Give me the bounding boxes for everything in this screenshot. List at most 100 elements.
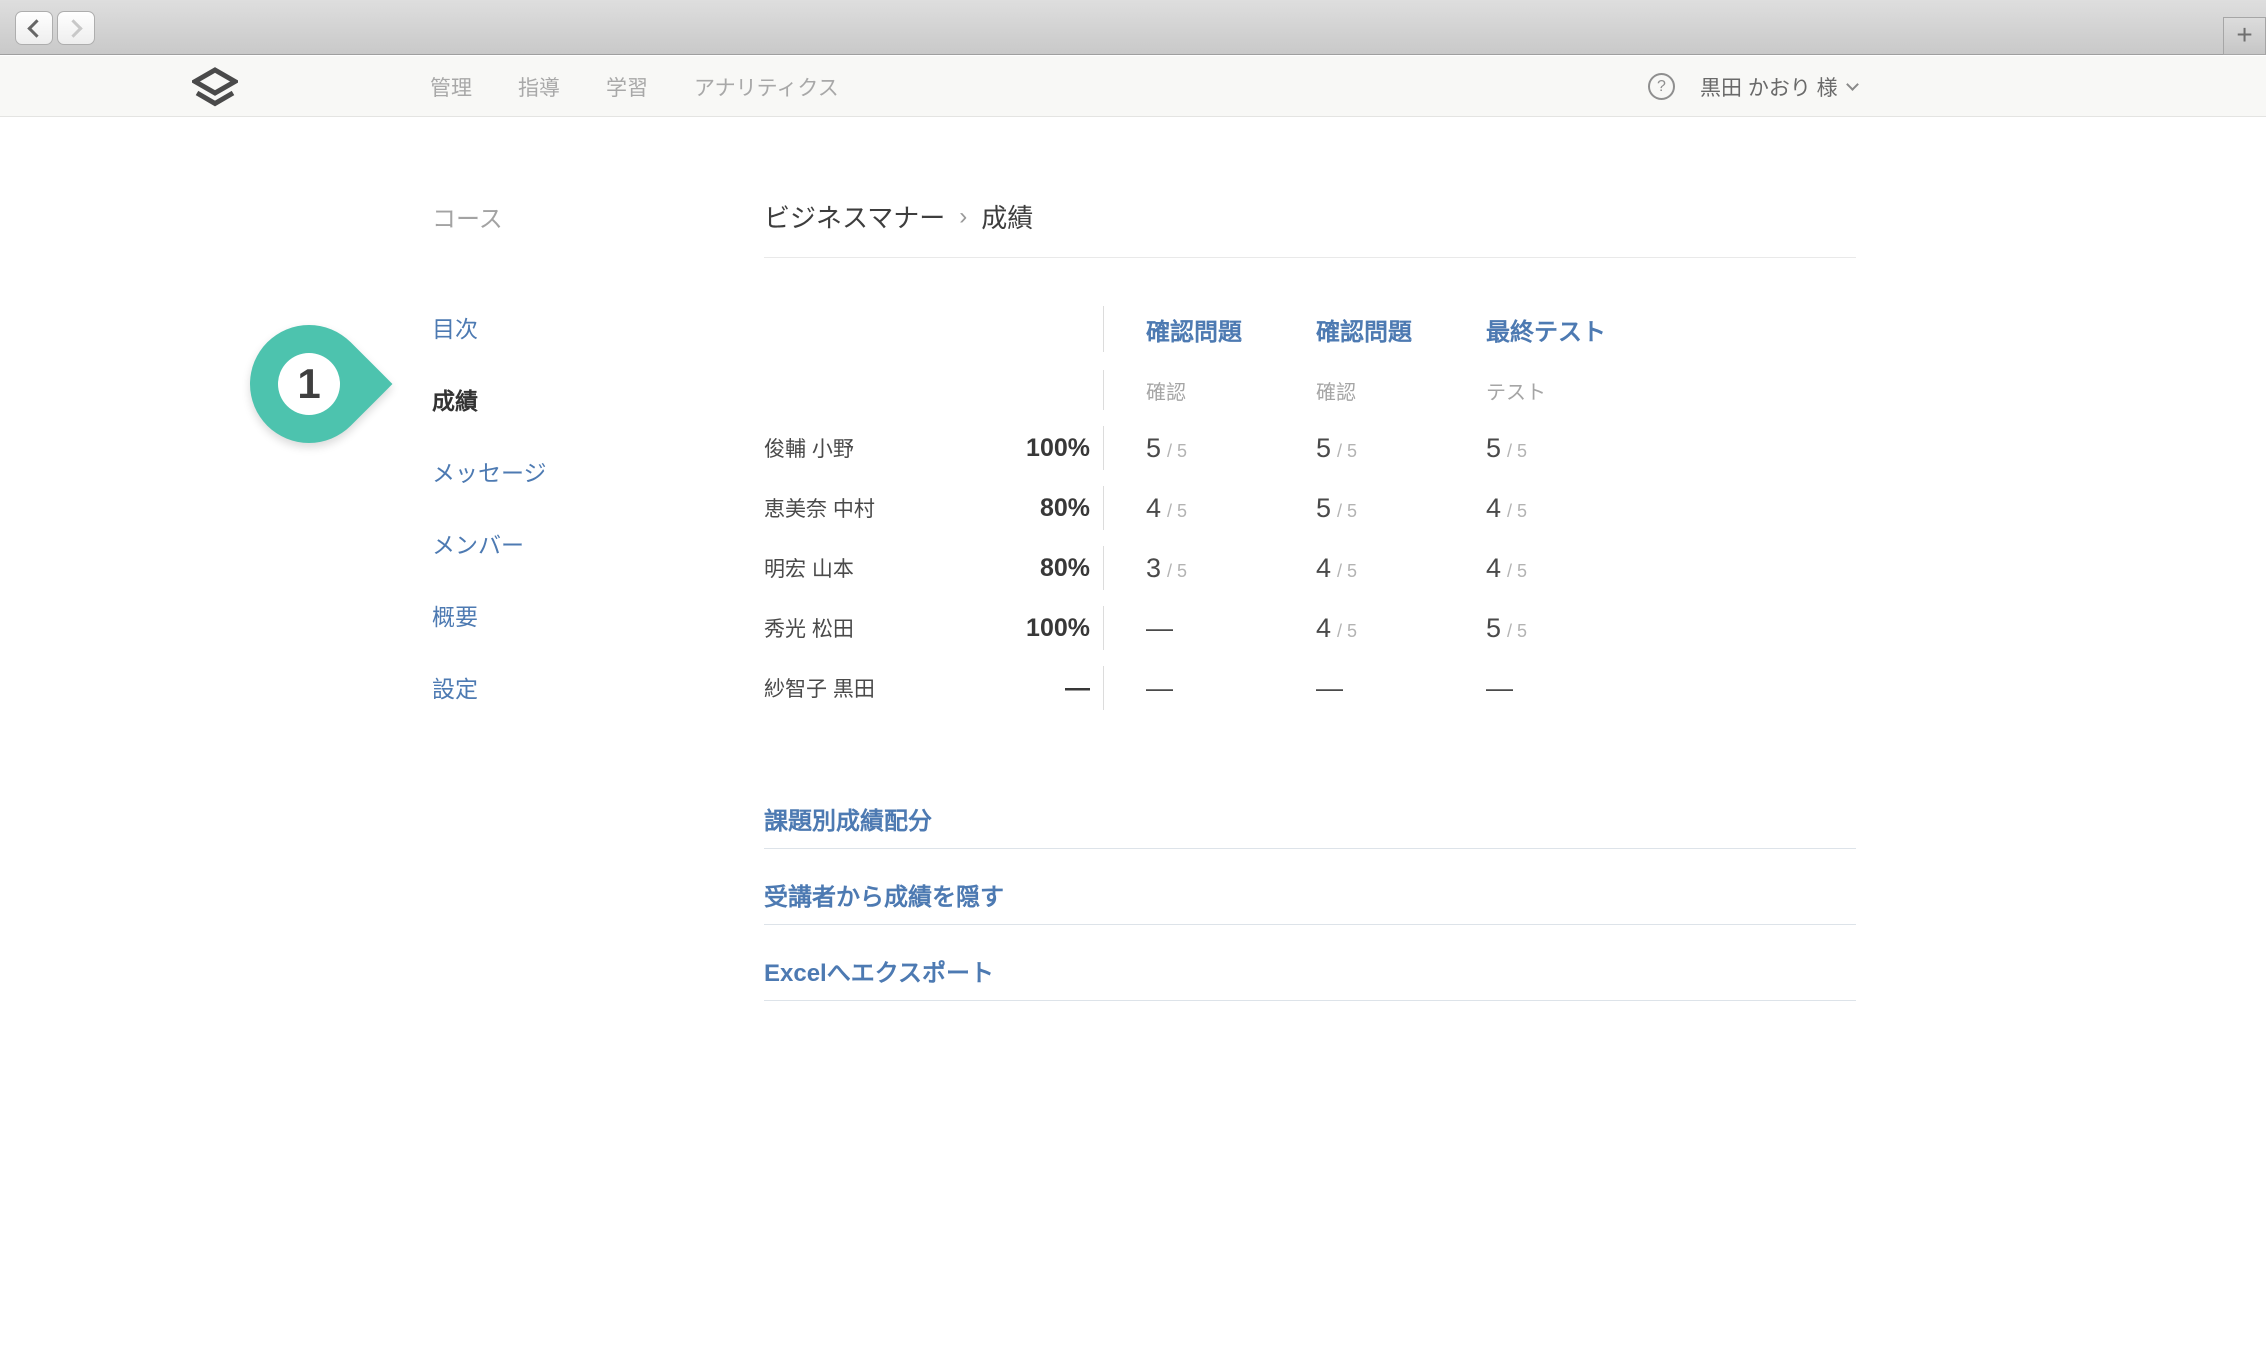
score-cell: 5/ 5: [1486, 613, 1656, 644]
student-name: 紗智子 黒田: [764, 678, 875, 701]
sidebar-item-4[interactable]: 概要: [432, 598, 692, 632]
actions-section: 課題別成績配分受講者から成績を隠す Excelへエクスポート: [764, 801, 1856, 1001]
score-value: 5: [1486, 432, 1502, 463]
table-header-row: 確認問題 確認問題 最終テスト: [764, 296, 1856, 362]
user-menu[interactable]: 黒田 かおり 様: [1700, 56, 1859, 117]
score-max: / 5: [1337, 620, 1358, 641]
score-value: 5: [1316, 492, 1332, 523]
browser-chrome: +: [0, 0, 2266, 55]
score-max: / 5: [1337, 560, 1358, 581]
score-max: / 5: [1507, 440, 1528, 461]
table-header-columns: 確認問題 確認問題 最終テスト: [1103, 306, 1656, 352]
action-link-2[interactable]: Excelへエクスポート: [764, 960, 994, 987]
score-max: / 5: [1167, 560, 1188, 581]
student-name: 秀光 松田: [764, 618, 854, 641]
table-row: 紗智子 黒田 — — — —: [764, 658, 1856, 718]
score-value: —: [1146, 672, 1173, 703]
score-cell: 4/ 5: [1146, 493, 1316, 524]
help-button[interactable]: ?: [1648, 73, 1675, 100]
sidebar-heading: コース: [432, 206, 503, 233]
action-block-2: Excelへエクスポート: [764, 953, 1856, 1001]
breadcrumb-current: 成績: [981, 203, 1034, 233]
table-row: 俊輔 小野 100% 5/ 5 5/ 5 5/ 5: [764, 418, 1856, 478]
score-cell: —: [1316, 673, 1486, 704]
score-value: 4: [1316, 552, 1332, 583]
column-title-link[interactable]: 確認問題: [1316, 312, 1412, 347]
score-max: / 5: [1337, 440, 1358, 461]
score-cell: 4/ 5: [1316, 613, 1486, 644]
sidebar-item-3[interactable]: メンバー: [432, 526, 692, 560]
student-cell: 恵美奈 中村 80%: [764, 493, 1090, 523]
breadcrumb-course[interactable]: ビジネスマナー: [764, 198, 945, 235]
score-value: 4: [1316, 612, 1332, 643]
user-name: 黒田 かおり 様: [1700, 76, 1838, 100]
new-tab-button[interactable]: +: [2223, 17, 2266, 55]
action-link-1[interactable]: 受講者から成績を隠す: [764, 884, 1004, 911]
column-header-1: 確認問題: [1316, 312, 1486, 347]
nav-item-0[interactable]: 管理: [430, 72, 472, 102]
chevron-right-icon: [64, 18, 83, 38]
score-max: / 5: [1507, 500, 1528, 521]
score-max: / 5: [1167, 500, 1188, 521]
score-value: 3: [1146, 552, 1162, 583]
sidebar-item-5[interactable]: 設定: [432, 670, 692, 704]
score-value: 5: [1486, 612, 1502, 643]
sidebar-item-1[interactable]: 成績: [432, 382, 692, 416]
chevron-left-icon: [27, 18, 46, 38]
back-button[interactable]: [15, 11, 53, 45]
score-cell: 4/ 5: [1486, 553, 1656, 584]
breadcrumb: ビジネスマナー › 成績: [764, 198, 1856, 235]
percent-value: 100%: [1026, 433, 1090, 462]
forward-button[interactable]: [57, 11, 95, 45]
score-max: / 5: [1167, 440, 1188, 461]
action-block-0: 課題別成績配分: [764, 801, 1856, 849]
column-subheader-2: テスト: [1486, 376, 1656, 405]
column-header-2: 最終テスト: [1486, 312, 1656, 347]
score-max: / 5: [1507, 560, 1528, 581]
student-cell: 俊輔 小野 100%: [764, 433, 1090, 463]
breadcrumb-separator-icon: ›: [959, 202, 968, 230]
sidebar-item-2[interactable]: メッセージ: [432, 454, 692, 488]
percent-value: 100%: [1026, 613, 1090, 642]
chevron-down-icon: [1845, 78, 1859, 91]
sidebar-item-0[interactable]: 目次: [432, 310, 692, 344]
column-subtitle: テスト: [1486, 381, 1546, 404]
score-cell: 3/ 5: [1146, 553, 1316, 584]
score-value: —: [1316, 672, 1343, 703]
column-title-link[interactable]: 最終テスト: [1486, 312, 1606, 347]
score-value: 4: [1486, 492, 1502, 523]
sidebar: コース 目次成績メッセージメンバー概要設定: [432, 199, 692, 742]
main-content: ビジネスマナー › 成績 確認問題 確認問題 最終テスト確認 確認 テスト俊輔 小野 10…: [764, 198, 1856, 1001]
app-header: 管理 指導 学習 アナリティクス ? 黒田 かおり 様: [0, 56, 2266, 117]
column-header-0: 確認問題: [1146, 312, 1316, 347]
student-name: 恵美奈 中村: [764, 498, 875, 521]
student-cell: 明宏 山本 80%: [764, 553, 1090, 583]
column-subheader-1: 確認: [1316, 376, 1486, 405]
score-cells: 5/ 5 5/ 5 5/ 5: [1103, 426, 1656, 470]
percent-value: —: [1065, 673, 1090, 702]
percent-value: 80%: [1039, 553, 1090, 582]
score-cell: 5/ 5: [1316, 433, 1486, 464]
column-subtitle: 確認: [1316, 381, 1356, 404]
score-cells: 3/ 5 4/ 5 4/ 5: [1103, 546, 1656, 590]
score-cell: 5/ 5: [1486, 433, 1656, 464]
app-logo[interactable]: [189, 67, 241, 112]
column-title-link[interactable]: 確認問題: [1146, 312, 1242, 347]
table-subheader-columns: 確認 確認 テスト: [1103, 370, 1656, 410]
score-cell: —: [1146, 673, 1316, 704]
nav-item-1[interactable]: 指導: [518, 72, 560, 102]
sidebar-list: 目次成績メッセージメンバー概要設定: [432, 310, 692, 704]
column-subtitle: 確認: [1146, 381, 1186, 404]
score-cell: 4/ 5: [1486, 493, 1656, 524]
score-value: 5: [1316, 432, 1332, 463]
nav-item-2[interactable]: 学習: [606, 72, 648, 102]
score-value: —: [1486, 672, 1513, 703]
score-cells: —4/ 5 5/ 5: [1103, 606, 1656, 650]
table-row: 明宏 山本 80% 3/ 5 4/ 5 4/ 5: [764, 538, 1856, 598]
nav-item-3[interactable]: アナリティクス: [694, 72, 839, 102]
action-link-0[interactable]: 課題別成績配分: [764, 808, 932, 835]
layers-icon: [189, 67, 241, 107]
step-badge-number: 1: [278, 353, 340, 415]
breadcrumb-divider: [764, 257, 1856, 258]
score-value: 4: [1146, 492, 1162, 523]
